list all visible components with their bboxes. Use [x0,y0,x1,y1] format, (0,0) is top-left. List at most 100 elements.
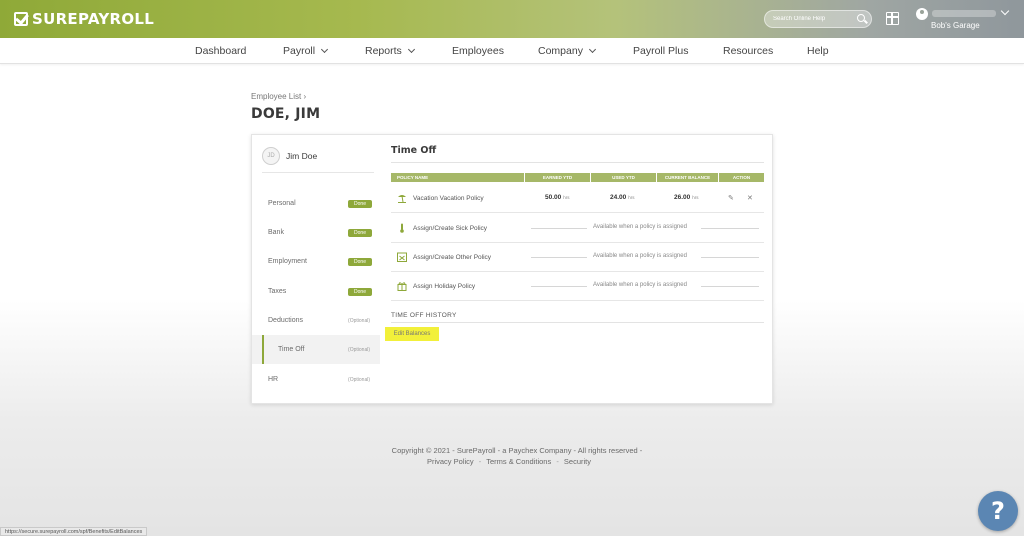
sidebar-item-hr[interactable]: HR (Optional) [252,365,380,394]
divider [701,228,759,229]
account-menu[interactable]: Bob's Garage [916,6,1016,34]
chevron-down-icon [407,45,415,54]
nav-label: Reports [365,45,402,57]
unit-label: hrs [563,195,570,200]
delete-x-icon[interactable]: ✕ [747,194,753,202]
account-company: Bob's Garage [931,21,980,30]
nav-label: Dashboard [195,45,247,57]
availability-note: Available when a policy is assigned [593,282,687,288]
col-current-balance: CURRENT BALANCE [657,173,719,182]
nav-label: Help [807,45,829,57]
employee-name: Jim Doe [286,151,318,161]
nav-help[interactable]: Help [807,45,829,57]
page-title: DOE, JIM [251,106,321,122]
policy-name[interactable]: Assign Holiday Policy [413,283,531,290]
status-badge: Done [348,287,372,296]
separator: - [556,457,559,466]
chevron-down-icon [321,45,329,54]
divider [262,172,374,173]
optional-tag: (Optional) [348,317,370,324]
checkmark-logo-icon [14,12,28,26]
sidebar-item-employment[interactable]: Employment Done [252,247,380,276]
chevron-down-icon [588,45,596,54]
availability-note: Available when a policy is assigned [593,224,687,230]
nav-label: Payroll [283,45,316,57]
separator: - [478,457,482,466]
policy-name[interactable]: Assign/Create Sick Policy [413,225,531,232]
nav-dashboard[interactable]: Dashboard [195,45,246,57]
col-earned-ytd: EARNED YTD [525,173,591,182]
current-balance-value: 26.00 [674,194,691,201]
earned-ytd-value: 50.00 [545,194,562,201]
used-ytd-value: 24.00 [610,194,627,201]
breadcrumb-employee-list[interactable]: Employee List › [251,92,306,101]
employee-profile: JD Jim Doe [262,145,317,167]
nav-employees[interactable]: Employees [452,45,504,57]
sidebar-item-personal[interactable]: Personal Done [252,189,380,218]
footer-copyright: Copyright © 2021 - SurePayroll - a Paych… [391,446,643,455]
help-search-input[interactable] [773,16,853,22]
status-bar-url: https://secure.surepayroll.com/spf/Benef… [0,527,148,536]
footer-links: Privacy Policy - Terms & Conditions - Se… [0,457,1018,466]
chevron-down-icon[interactable] [1000,6,1010,16]
user-icon [916,8,928,20]
table-row: Assign Holiday Policy Available when a p… [391,272,764,301]
nav-payroll[interactable]: Payroll [283,45,329,57]
gift-icon[interactable] [886,12,899,25]
surepayroll-logo[interactable]: SUREPAYROLL [14,10,154,28]
sidebar-item-label: Time Off [278,346,305,353]
nav-reports[interactable]: Reports [365,45,415,57]
search-icon[interactable] [857,14,865,22]
section-title: Time Off [391,145,437,156]
table-row: Assign/Create Other Policy Available whe… [391,243,764,272]
sidebar-item-label: HR [268,376,279,383]
calendar-icon [397,252,407,262]
nav-label: Employees [452,45,504,57]
time-off-history-heading: TIME OFF HISTORY [391,312,457,319]
policy-name[interactable]: Vacation Vacation Policy [413,195,531,202]
privacy-policy-link[interactable]: Privacy Policy [427,457,474,466]
account-name-redacted [932,10,996,17]
thermometer-icon [400,223,404,233]
main-nav: Dashboard Payroll Reports Employees Comp… [0,38,1024,64]
nav-resources[interactable]: Resources [723,45,773,57]
policy-name[interactable]: Assign/Create Other Policy [413,254,531,261]
time-off-panel: Time Off POLICY NAME EARNED YTD USED YTD… [385,135,765,403]
nav-payroll-plus[interactable]: Payroll Plus [633,45,688,57]
sidebar-item-label: Deductions [268,317,304,324]
logo-text: SUREPAYROLL [32,10,155,28]
col-action: ACTION [732,175,751,180]
optional-tag: (Optional) [348,376,370,383]
sidebar-item-label: Employment [268,258,307,265]
unit-label: hrs [692,195,699,200]
status-badge: Done [348,257,372,266]
nav-label: Resources [723,45,774,57]
edit-pencil-icon[interactable]: ✎ [728,194,734,202]
help-question-button[interactable]: ? [978,491,1018,531]
sidebar-item-deductions[interactable]: Deductions (Optional) [252,306,380,335]
unit-label: hrs [628,195,635,200]
sidebar-item-label: Personal [268,200,296,207]
divider [531,286,587,287]
table-row: Vacation Vacation Policy 50.00 hrs 24.00 h… [391,184,764,213]
table-row: Assign/Create Sick Policy Available when… [391,214,764,243]
current-balance: 26.00 hrs [674,194,699,201]
nav-company[interactable]: Company [538,45,596,57]
security-link[interactable]: Security [564,457,591,466]
sidebar-item-bank[interactable]: Bank Done [252,218,380,247]
status-badge: Done [348,199,372,208]
sidebar-item-taxes[interactable]: Taxes Done [252,277,380,306]
sidebar-item-time-off[interactable]: Time Off (Optional) [252,335,380,364]
help-search-box[interactable] [764,10,872,28]
col-used-ytd: USED YTD [591,173,657,182]
status-badge: Done [348,228,372,237]
employee-card: JD Jim Doe Personal Done Bank Done Emplo… [251,134,773,404]
gift-icon [397,282,407,291]
edit-balances-link[interactable]: Edit Balances [385,327,439,341]
divider [531,257,587,258]
divider [531,228,587,229]
nav-label: Payroll Plus [633,45,689,57]
policy-table-header: POLICY NAME EARNED YTD USED YTD CURRENT … [391,173,764,182]
terms-conditions-link[interactable]: Terms & Conditions [486,457,551,466]
divider [391,162,764,163]
